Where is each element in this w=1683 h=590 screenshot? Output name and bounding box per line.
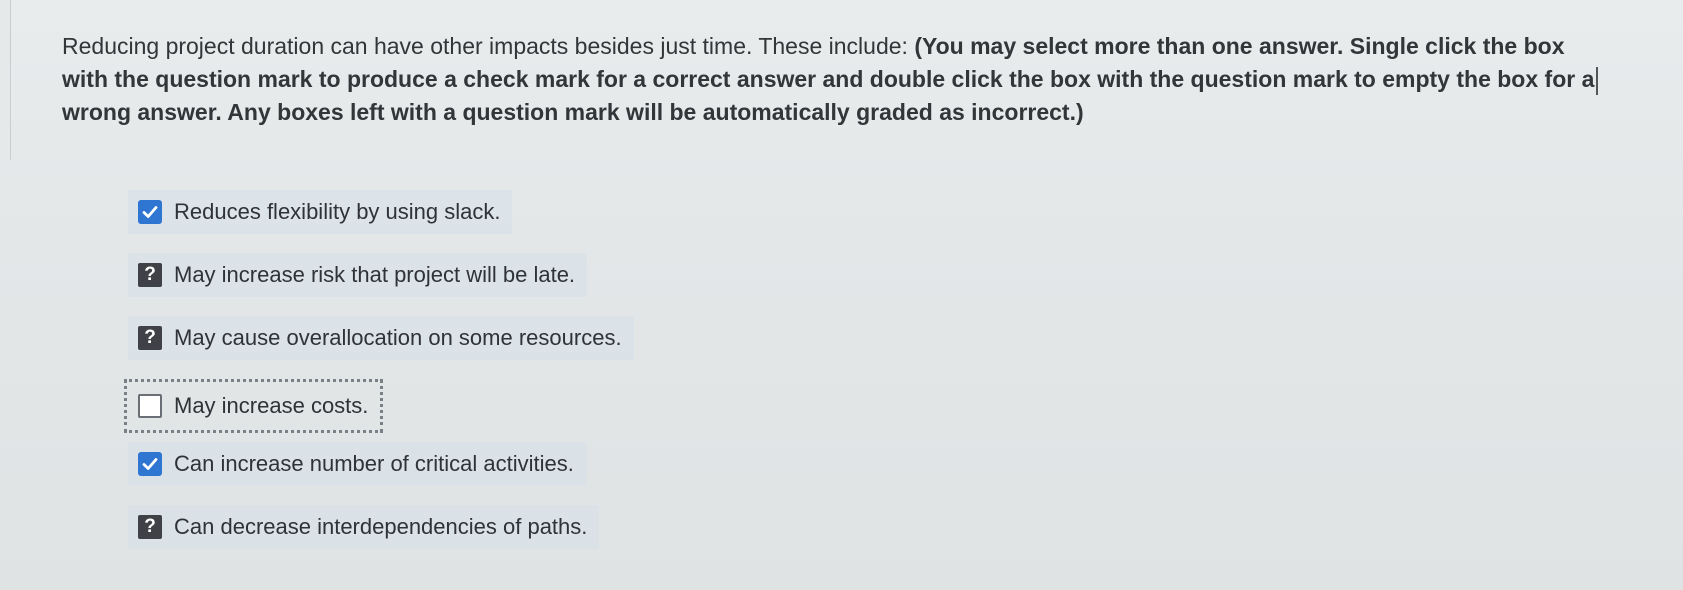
answer-label: May cause overallocation on some resourc…: [174, 325, 622, 350]
answer-label: Can increase number of critical activiti…: [174, 451, 574, 476]
question-text: Reducing project duration can have other…: [62, 33, 915, 59]
question-instructions-part2: wrong answer. Any boxes left with a ques…: [62, 99, 1084, 125]
answer-option-2[interactable]: ? May increase risk that project will be…: [128, 253, 588, 297]
checked-checkbox-icon[interactable]: [138, 452, 162, 476]
question-prompt: Reducing project duration can have other…: [62, 30, 1602, 129]
answer-option-3[interactable]: ? May cause overallocation on some resou…: [128, 316, 634, 360]
answer-label: Can decrease interdependencies of paths.: [174, 514, 588, 539]
text-cursor-icon: [1596, 66, 1599, 95]
panel-left-edge: [0, 0, 11, 160]
answer-option-1[interactable]: Reduces flexibility by using slack.: [128, 190, 513, 234]
answer-option-5[interactable]: Can increase number of critical activiti…: [128, 442, 586, 486]
empty-checkbox-icon[interactable]: [138, 394, 162, 418]
answer-label: May increase risk that project will be l…: [174, 262, 576, 287]
answer-label: Reduces flexibility by using slack.: [174, 199, 501, 224]
answer-option-6[interactable]: ? Can decrease interdependencies of path…: [128, 505, 600, 549]
question-mark-checkbox-icon[interactable]: ?: [138, 515, 162, 539]
answer-label: May increase costs.: [174, 393, 369, 418]
question-mark-checkbox-icon[interactable]: ?: [138, 263, 162, 287]
question-mark-checkbox-icon[interactable]: ?: [138, 326, 162, 350]
answer-option-4[interactable]: May increase costs.: [124, 379, 384, 433]
checked-checkbox-icon[interactable]: [138, 200, 162, 224]
